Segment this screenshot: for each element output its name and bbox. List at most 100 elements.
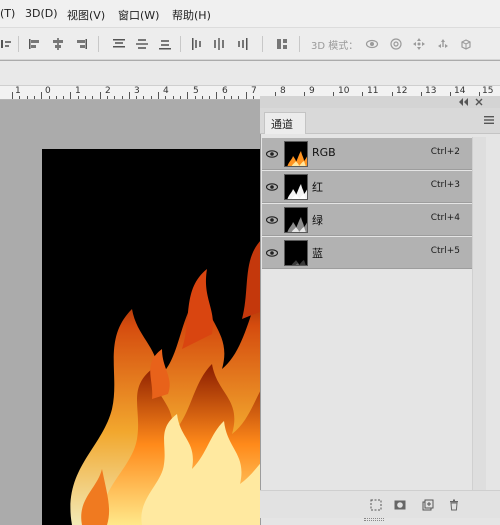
ruler-tick [252, 96, 254, 99]
ruler-label: 11 [367, 86, 379, 96]
ruler-label: 8 [280, 86, 286, 96]
separator [299, 36, 300, 52]
menu-item-help[interactable]: 帮助(H) [172, 7, 211, 23]
ruler-label: 1 [75, 86, 81, 96]
close-icon[interactable] [475, 98, 483, 106]
ruler-tick [179, 96, 181, 99]
ruler-tick [33, 96, 35, 99]
channel-name: RGB [312, 146, 336, 159]
ruler-tick [26, 96, 28, 99]
panel-tab-bar: 通道 [260, 108, 500, 134]
document-tab-strip [0, 61, 500, 86]
separator [18, 36, 19, 52]
visibility-eye-icon[interactable] [266, 247, 278, 259]
channel-shortcut: Ctrl+3 [430, 180, 460, 190]
align-left-icon[interactable] [28, 37, 42, 51]
ruler-tick [136, 96, 138, 99]
distribute-top-icon[interactable] [112, 37, 126, 51]
channel-shortcut: Ctrl+2 [430, 147, 460, 157]
ruler-label: 4 [163, 86, 169, 96]
ruler-tick [158, 92, 159, 99]
menu-item-3d[interactable]: 3D(D) [25, 7, 58, 20]
ruler-label: 2 [105, 86, 111, 96]
ruler-label: 7 [251, 86, 257, 96]
3d-orbit-icon[interactable] [365, 37, 379, 51]
panel-scrollbar[interactable] [472, 137, 486, 493]
channel-name: 绿 [312, 214, 323, 227]
ruler-tick [209, 96, 211, 99]
3d-scale-icon[interactable] [459, 37, 473, 51]
channel-thumbnail-red [284, 174, 308, 200]
channel-row-red[interactable]: 红 Ctrl+3 [262, 171, 472, 203]
collapse-panel-icon[interactable] [459, 98, 468, 106]
align-right-icon[interactable] [74, 37, 88, 51]
distribute-right-icon[interactable] [235, 37, 249, 51]
menu-item-window[interactable]: 窗口(W) [118, 7, 159, 23]
separator [98, 36, 99, 52]
visibility-eye-icon[interactable] [266, 214, 278, 226]
separator [262, 36, 263, 52]
ruler-label: 13 [425, 86, 437, 96]
save-selection-icon[interactable] [394, 499, 406, 511]
panel-menu-icon[interactable] [484, 115, 494, 125]
panel-resize-grip[interactable] [364, 518, 384, 521]
channel-row-rgb[interactable]: RGB Ctrl+2 [262, 138, 472, 170]
ruler-tick [143, 96, 145, 99]
3d-mode-label: 3D 模式： [311, 41, 359, 52]
tab-channels[interactable]: 通道 [264, 112, 306, 134]
trash-icon[interactable] [448, 499, 460, 511]
load-selection-icon[interactable] [370, 499, 382, 511]
ruler-label: 10 [338, 86, 350, 96]
menu-item-type[interactable]: (T) [0, 7, 15, 20]
ruler-tick [121, 96, 123, 99]
ruler-tick [201, 96, 203, 99]
channel-row-green[interactable]: 绿 Ctrl+4 [262, 204, 472, 236]
menu-item-view[interactable]: 视图(V) [67, 7, 105, 23]
ruler-tick [128, 92, 130, 99]
align-horizontal-center-icon[interactable] [51, 37, 65, 51]
ruler-tick [77, 96, 79, 99]
distribute-horizontal-center-icon[interactable] [212, 37, 226, 51]
ruler-label: 14 [454, 86, 466, 96]
ruler-tick [194, 96, 196, 99]
visibility-eye-icon[interactable] [266, 181, 278, 193]
panel-header-bar [260, 96, 500, 108]
ruler-tick [92, 96, 94, 99]
channel-shortcut: Ctrl+4 [430, 213, 460, 223]
channel-thumbnail-rgb [284, 141, 308, 167]
ruler-tick [172, 96, 174, 99]
channel-shortcut: Ctrl+5 [430, 246, 460, 256]
3d-pan-icon[interactable] [412, 37, 426, 51]
new-channel-icon[interactable] [422, 499, 434, 511]
ruler-tick [150, 96, 152, 99]
distribute-left-icon[interactable] [190, 37, 204, 51]
ruler-tick [99, 92, 101, 99]
panel-bottom-toolbar [260, 490, 500, 518]
ruler-label: 12 [396, 86, 408, 96]
options-bar: 3D 模式： [0, 28, 500, 60]
ruler-tick [216, 92, 218, 99]
ruler-tick [41, 92, 43, 99]
distribute-vertical-center-icon[interactable] [135, 37, 149, 51]
visibility-eye-icon[interactable] [266, 148, 278, 160]
ruler-tick [231, 96, 232, 99]
ruler-label: 1 [15, 86, 21, 96]
ruler-label: 15 [482, 86, 494, 96]
separator [180, 36, 181, 52]
3d-slide-icon[interactable] [436, 37, 450, 51]
ruler-tick [48, 96, 50, 99]
auto-align-icon[interactable] [275, 37, 289, 51]
ruler-label: 6 [222, 86, 228, 96]
ruler-tick [55, 96, 57, 99]
distribute-bottom-icon[interactable] [158, 37, 172, 51]
ruler-tick [223, 96, 225, 99]
ruler-tick [238, 96, 240, 99]
channel-name: 蓝 [312, 247, 323, 260]
3d-roll-icon[interactable] [389, 37, 403, 51]
ruler-label: 5 [193, 86, 199, 96]
channel-thumbnail-blue [284, 240, 308, 266]
ruler-label: 3 [134, 86, 140, 96]
channel-row-blue[interactable]: 蓝 Ctrl+5 [262, 237, 472, 269]
align-left-edges-icon[interactable] [0, 37, 14, 51]
ruler-tick [114, 96, 116, 99]
